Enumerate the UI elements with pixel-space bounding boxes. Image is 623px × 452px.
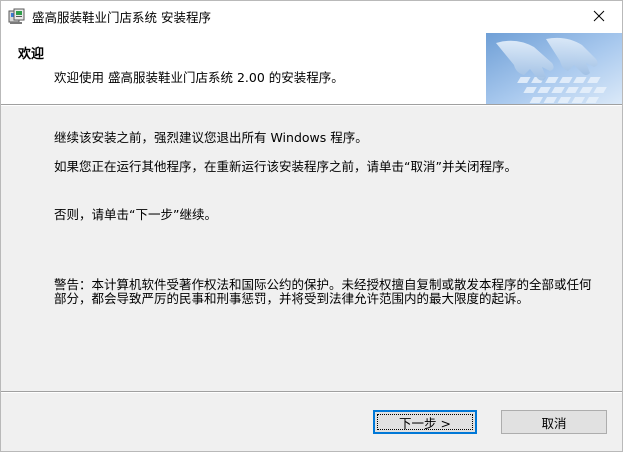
keyboard-hands-banner bbox=[486, 33, 622, 104]
copyright-warning: 警告：本计算机软件受著作权法和国际公约的保护。未经授权擅自复制或散发本程序的全部… bbox=[54, 277, 592, 306]
intro-text: 继续该安装之前，强烈建议您退出所有 Windows 程序。 bbox=[54, 130, 368, 145]
header-panel: 欢迎 欢迎使用 盛高服装鞋业门店系统 2.00 的安装程序。 bbox=[1, 31, 622, 104]
cancel-button[interactable]: 取消 bbox=[501, 410, 607, 434]
installer-window: 盛高服装鞋业门店系统 安装程序 欢迎 欢迎使用 盛高服装鞋业门店系统 2.00 … bbox=[0, 0, 623, 452]
cancel-button-label: 取消 bbox=[541, 415, 567, 431]
close-button[interactable] bbox=[576, 1, 622, 31]
next-button[interactable]: 下一步 > bbox=[373, 410, 477, 434]
continue-text: 否则，请单击“下一步”继续。 bbox=[54, 207, 217, 222]
title-bar[interactable]: 盛高服装鞋业门店系统 安装程序 bbox=[1, 1, 622, 31]
close-icon bbox=[593, 7, 605, 26]
page-title: 欢迎 bbox=[18, 47, 45, 62]
content-area: 继续该安装之前，强烈建议您退出所有 Windows 程序。 如果您正在运行其他程… bbox=[1, 106, 622, 391]
close-programs-text: 如果您正在运行其他程序，在重新运行该安装程序之前，请单击“取消”并关闭程序。 bbox=[54, 159, 517, 174]
installer-icon bbox=[8, 8, 25, 25]
window-title: 盛高服装鞋业门店系统 安装程序 bbox=[32, 10, 211, 25]
focus-rectangle bbox=[377, 414, 473, 430]
footer-divider bbox=[1, 391, 622, 393]
page-subtitle: 欢迎使用 盛高服装鞋业门店系统 2.00 的安装程序。 bbox=[54, 70, 344, 85]
